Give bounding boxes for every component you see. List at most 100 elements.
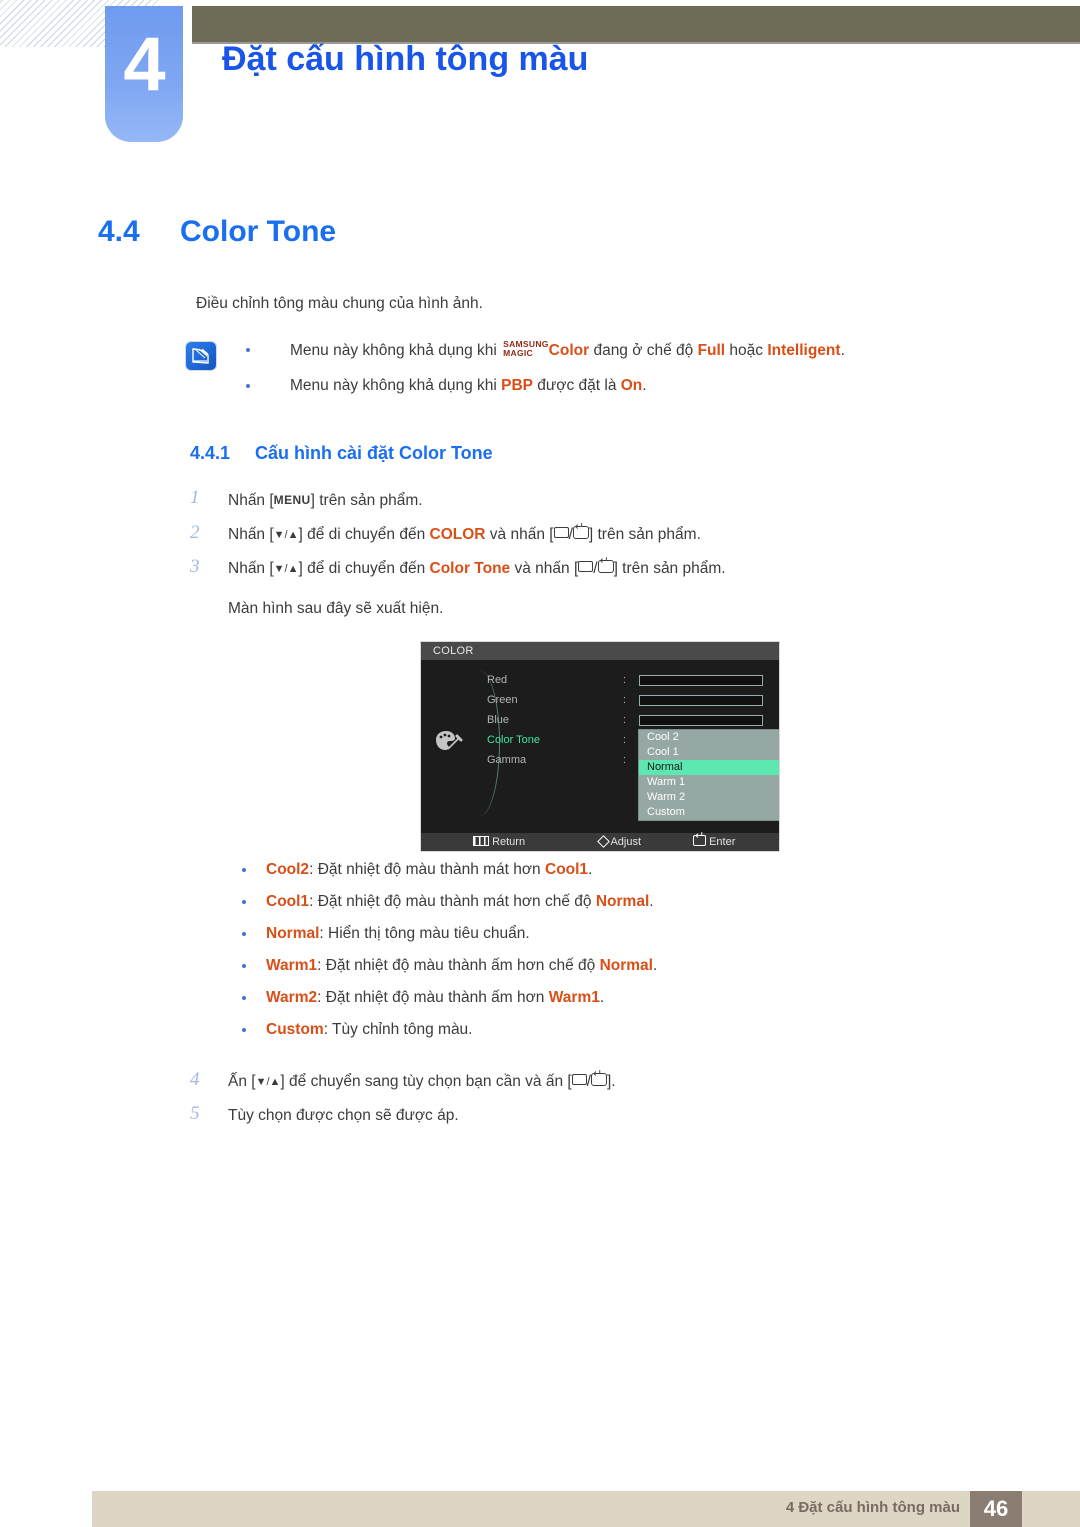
option-ref: Cool1 xyxy=(545,861,589,878)
osd-colon: : xyxy=(623,754,627,766)
source-key-icon xyxy=(578,561,594,572)
source-key-icon xyxy=(553,527,569,538)
dropdown-option-custom[interactable]: Custom xyxy=(639,805,779,820)
osd-label: Gamma xyxy=(487,754,527,766)
option-name: Cool1 xyxy=(266,893,310,910)
section-intro: Điều chỉnh tông màu chung của hình ảnh. xyxy=(196,295,483,312)
step-text-pre: Nhấn [ xyxy=(228,560,274,577)
step-list-continued: 4 Ấn [▼/▲] để chuyển sang tùy chọn bạn cầ… xyxy=(190,1069,990,1140)
dropdown-option-cool1[interactable]: Cool 1 xyxy=(639,745,779,760)
section-title: Color Tone xyxy=(180,215,337,248)
step-item: 4 Ấn [▼/▲] để chuyển sang tùy chọn bạn cầ… xyxy=(190,1069,990,1092)
bullet-dot xyxy=(242,932,246,936)
step-text-mid2: và nhấn [ xyxy=(485,526,554,543)
dropdown-option-warm2[interactable]: Warm 2 xyxy=(639,790,779,805)
step-highlight-color: COLOR xyxy=(429,526,486,543)
step-number: 2 xyxy=(190,522,200,543)
return-icon xyxy=(473,836,489,846)
page-footer: 4 Đặt cấu hình tông màu 46 xyxy=(92,1491,1080,1527)
option-name: Custom xyxy=(266,1021,324,1038)
step-text-mid: ] để di chuyển đến xyxy=(298,560,430,577)
source-key-icon xyxy=(571,1074,587,1085)
osd-label: Red xyxy=(487,674,508,686)
enter-key-icon xyxy=(597,556,614,573)
footer-page-number: 46 xyxy=(970,1491,1022,1527)
step-text-post: ] trên sản phẩm. xyxy=(588,526,701,543)
magic-bottom: MAGIC xyxy=(503,348,533,358)
osd-colon: : xyxy=(623,714,627,726)
osd-footer-adjust[interactable]: Adjust xyxy=(597,833,641,851)
olive-header-bar xyxy=(192,6,1080,44)
chapter-title: Đặt cấu hình tông màu xyxy=(222,40,589,78)
osd-row-red[interactable]: Red : 50 xyxy=(487,670,777,690)
osd-row-green[interactable]: Green : 50 xyxy=(487,690,777,710)
step-item: 2 Nhấn [▼/▲] để di chuyển đến COLOR và nh… xyxy=(190,522,990,545)
step-number: 4 xyxy=(190,1069,200,1090)
osd-color-tone-dropdown[interactable]: Cool 2 Cool 1 Normal Warm 1 Warm 2 Custo… xyxy=(639,730,779,820)
osd-footer-bar: Return Adjust Enter xyxy=(421,831,779,851)
magic-stack: SAMSUNG MAGIC xyxy=(503,340,549,358)
arrow-keys-glyph: ▼/▲ xyxy=(273,529,299,541)
option-post: . xyxy=(649,893,654,910)
magic-color-logo: SAMSUNG MAGIC Color xyxy=(503,340,589,359)
option-sep: : xyxy=(319,925,329,942)
dropdown-option-warm1[interactable]: Warm 1 xyxy=(639,775,779,790)
arrow-keys-glyph: ▼/▲ xyxy=(255,1076,281,1088)
step-text-mid: ] để chuyển sang tùy chọn bạn cần và ấn … xyxy=(280,1073,572,1090)
option-item-custom: Custom: Tùy chỉnh tông màu. xyxy=(234,1020,994,1040)
magic-color-word: Color xyxy=(548,342,590,359)
enter-key-icon xyxy=(693,831,706,846)
step-text-pre: Ấn [ xyxy=(228,1073,256,1090)
step-text-post: ]. xyxy=(607,1073,616,1090)
osd-body: Red : 50 Green : 50 Blue : 50 xyxy=(421,660,779,831)
option-desc: Đặt nhiệt độ màu thành mát hơn xyxy=(317,861,545,878)
osd-label: Blue xyxy=(487,714,510,726)
step-text-pre: Nhấn [ xyxy=(228,492,274,509)
bullet-dot xyxy=(246,348,250,352)
osd-slider-track[interactable] xyxy=(639,675,763,686)
osd-title: COLOR xyxy=(421,642,779,660)
bullet-dot xyxy=(242,868,246,872)
osd-label: Color Tone xyxy=(487,734,540,746)
step-highlight-colortone: Color Tone xyxy=(429,560,511,577)
note-text-post: . xyxy=(840,342,845,359)
note-text-mid2: hoặc xyxy=(725,342,768,359)
option-desc: Tùy chỉnh tông màu. xyxy=(332,1021,473,1038)
subsection-title: Cấu hình cài đặt Color Tone xyxy=(255,443,493,463)
step-text-mid: ] để di chuyển đến xyxy=(298,526,430,543)
osd-slider-track[interactable] xyxy=(639,695,763,706)
option-name: Normal xyxy=(266,925,320,942)
bullet-dot xyxy=(242,1028,246,1032)
subsection-number: 4.4.1 xyxy=(190,443,231,463)
step-text-post: ] trên sản phẩm. xyxy=(310,492,423,509)
bullet-dot xyxy=(242,964,246,968)
note-pen-icon xyxy=(186,342,216,370)
bullet-dot xyxy=(242,996,246,1000)
option-post: . xyxy=(652,957,658,974)
osd-row-blue[interactable]: Blue : 50 xyxy=(487,710,777,730)
step-item: 5 Tùy chọn được chọn sẽ được áp. xyxy=(190,1104,990,1126)
osd-footer-label: Return xyxy=(492,836,526,848)
osd-colon: : xyxy=(623,734,627,746)
option-sep: : xyxy=(309,893,318,910)
option-name: Warm2 xyxy=(266,989,318,1006)
dropdown-option-cool2[interactable]: Cool 2 xyxy=(639,730,779,745)
option-ref: Normal xyxy=(599,957,653,974)
osd-colon: : xyxy=(623,674,627,686)
page-header: 4 Đặt cấu hình tông màu xyxy=(0,0,1080,160)
option-item-cool1: Cool1: Đặt nhiệt độ màu thành mát hơn ch… xyxy=(234,892,994,912)
option-sep: : xyxy=(317,989,326,1006)
footer-chapter-label: 4 Đặt cấu hình tông màu xyxy=(785,1499,960,1516)
dropdown-option-normal[interactable]: Normal xyxy=(639,760,779,775)
osd-footer-enter[interactable]: Enter xyxy=(693,831,735,851)
note-text-mid: đang ở chế độ xyxy=(589,342,698,359)
menu-key-label: MENU xyxy=(273,493,311,507)
section-heading: 4.4 Color Tone xyxy=(98,215,336,249)
note-text-post: . xyxy=(642,377,647,394)
osd-footer-return[interactable]: Return xyxy=(473,833,525,851)
osd-label: Green xyxy=(487,694,518,706)
note-text-mid: được đặt là xyxy=(533,377,621,394)
note-bold-pbp: PBP xyxy=(501,377,533,394)
osd-slider-track[interactable] xyxy=(639,715,763,726)
note-list: Menu này không khả dụng khi SAMSUNG MAGIC… xyxy=(238,340,948,411)
